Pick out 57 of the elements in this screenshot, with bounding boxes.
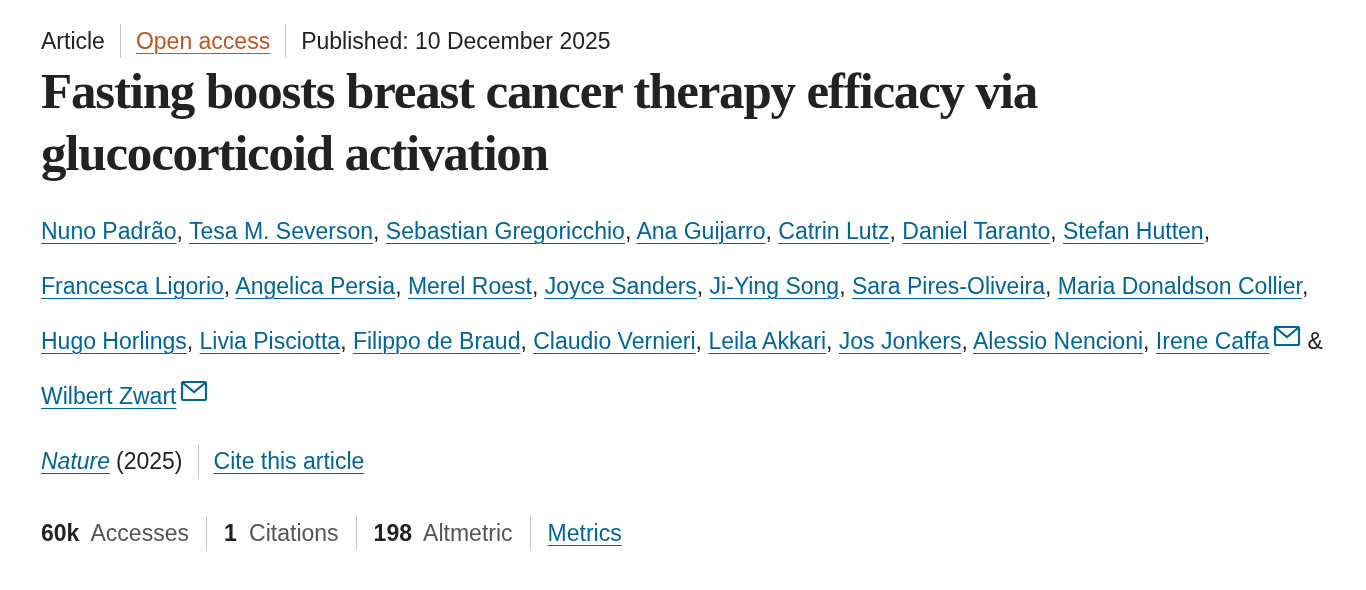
separator: ,	[826, 328, 833, 354]
separator: ,	[186, 328, 194, 354]
metrics-link[interactable]: Metrics	[547, 517, 622, 549]
author-link[interactable]: Tesa M. Severson	[188, 218, 373, 244]
separator: ,	[176, 218, 183, 244]
author-link[interactable]: Filippo de Braud	[352, 328, 521, 354]
author-link[interactable]: Angelica Persia	[235, 273, 396, 299]
separator: ,	[1143, 328, 1150, 354]
separator: ,	[624, 218, 632, 244]
author-link[interactable]: Leila Akkari	[708, 328, 826, 354]
metric-stat: 1 Citations	[223, 519, 339, 548]
author-link[interactable]: Livia Pisciotta	[199, 328, 341, 354]
separator: ,	[1050, 218, 1057, 244]
mail-icon[interactable]	[1273, 325, 1302, 347]
author-link[interactable]: Claudio Vernieri	[533, 328, 696, 354]
author-link[interactable]: Nuno Padrão	[41, 218, 177, 244]
mail-icon[interactable]	[180, 380, 209, 402]
journal-link[interactable]: Nature	[41, 445, 111, 477]
separator: ,	[961, 328, 968, 354]
article-title: Fasting boosts breast cancer therapy efficacy via glucocorticoid activation	[41, 62, 1039, 183]
separator: ,	[695, 328, 702, 354]
metric-stat: 198 Altmetric	[373, 519, 513, 548]
metric-stat: 60k Accesses	[41, 519, 189, 548]
author-link[interactable]: Maria Donaldson Collier	[1057, 273, 1302, 299]
separator: ,	[1044, 273, 1052, 299]
author-link[interactable]: Ji-Ying Song	[709, 273, 840, 299]
author-link[interactable]: Joyce Sanders	[544, 273, 697, 299]
author-link[interactable]: Irene Caffa	[1155, 328, 1270, 354]
article-type: Article	[41, 27, 105, 56]
cite-link[interactable]: Cite this article	[213, 445, 365, 477]
separator: ,	[340, 328, 347, 354]
author-link[interactable]: Catrin Lutz	[778, 218, 890, 244]
author-link[interactable]: Ana Guijarro	[636, 218, 766, 244]
author-link[interactable]: Francesca Ligorio	[41, 273, 224, 299]
separator: ,	[839, 273, 846, 299]
author-link[interactable]: Wilbert Zwart	[41, 383, 177, 409]
separator: ,	[520, 328, 527, 354]
separator: &	[1306, 328, 1323, 354]
separator: ,	[223, 273, 231, 299]
author-link[interactable]: Hugo Horlings	[41, 328, 187, 354]
author-link[interactable]: Alessio Nencioni	[973, 328, 1144, 354]
separator: ,	[1203, 218, 1211, 244]
separator: ,	[889, 218, 896, 244]
publication-year: (2025)	[116, 447, 183, 476]
open-access-link[interactable]: Open access	[135, 25, 271, 57]
author-link[interactable]: Merel Roest	[407, 273, 532, 299]
separator: ,	[696, 273, 704, 299]
separator: ,	[531, 273, 539, 299]
author-link[interactable]: Stefan Hutten	[1063, 218, 1204, 244]
author-link[interactable]: Sebastian Gregoricchio	[385, 218, 625, 244]
author-link[interactable]: Sara Pires-Oliveira	[851, 273, 1045, 299]
separator: ,	[395, 273, 402, 299]
separator: ,	[765, 218, 772, 244]
author-link[interactable]: Jos Jonkers	[838, 328, 962, 354]
separator: ,	[373, 218, 380, 244]
author-link[interactable]: Daniel Taranto	[902, 218, 1051, 244]
published-date: Published: 10 December 2025	[301, 27, 611, 56]
